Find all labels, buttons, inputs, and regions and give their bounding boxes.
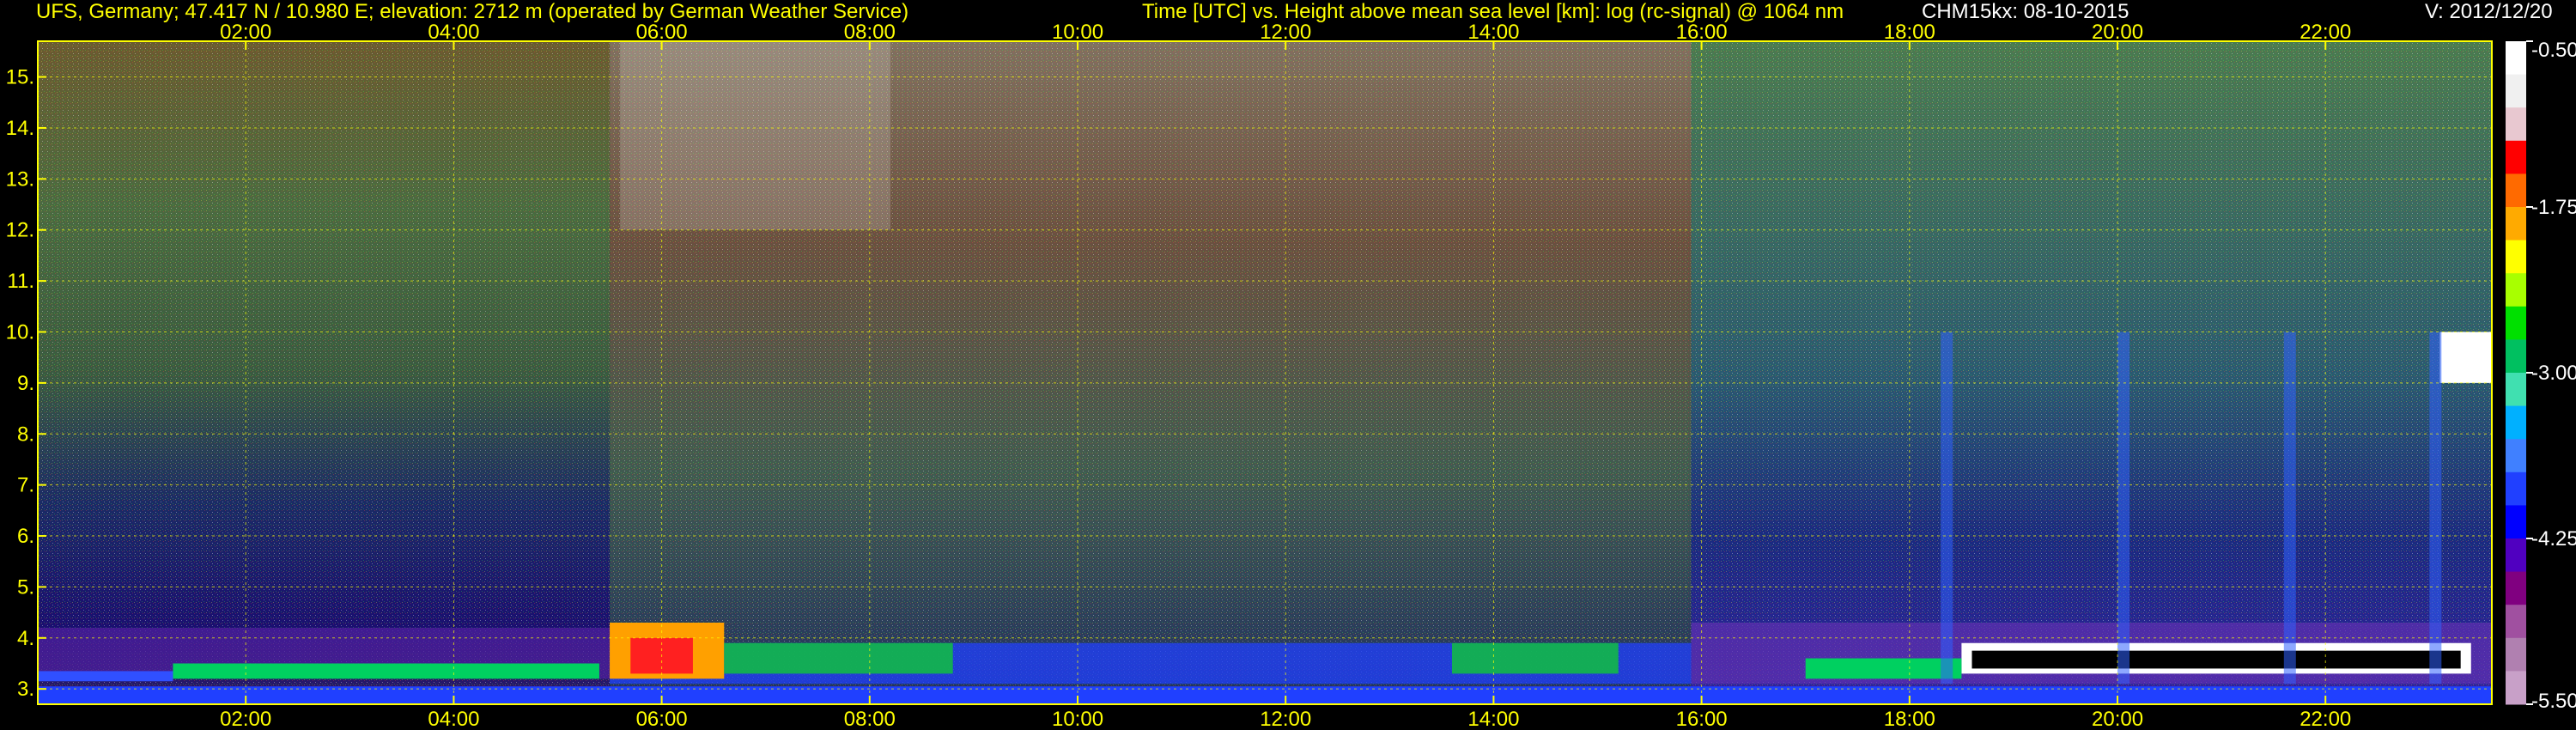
colorbar-label: -5.50 [2531,690,2576,713]
y-tick-label: 10. [6,320,34,344]
y-tick-label: 15. [6,66,34,89]
colorbar-swatch [2506,140,2526,174]
colorbar-swatch [2506,538,2526,573]
y-tick-label: 6. [17,525,34,548]
daylight-noise [620,41,891,230]
y-tick-label: 5. [17,575,34,599]
x-tick-top: 12:00 [1260,21,1311,44]
x-tick-top: 18:00 [1884,21,1935,44]
y-tick-label: 14. [6,117,34,140]
precip-streak-0 [1941,332,1953,684]
lidar-chart: 02:00 02:00 04:00 04:00 06:00 06:00 08:00 08:00… [6,21,2576,730]
x-tick-bottom: 12:00 [1260,708,1311,730]
y-tick-label: 13. [6,167,34,191]
colorbar-swatch [2506,471,2526,506]
x-tick-top: 22:00 [2300,21,2351,44]
colorbar-label: -1.75 [2531,196,2576,219]
colorbar-label: -4.25 [2531,527,2576,551]
x-tick-bottom: 20:00 [2092,708,2143,730]
precip-streak-1 [2117,332,2130,684]
aerosol-layer-morning [173,663,599,679]
y-tick-label: 4. [17,627,34,650]
green-cells-morning [724,642,953,674]
colorbar-swatch [2506,74,2526,108]
x-tick-bottom: 02:00 [220,708,271,730]
x-tick-bottom: 16:00 [1676,708,1728,730]
colorbar-label: -3.00 [2531,362,2576,385]
x-tick-bottom: 18:00 [1884,708,1935,730]
colorbar-swatch [2506,605,2526,639]
y-tick-label: 11. [7,270,34,293]
y-tick-label: 7. [17,474,34,497]
precip-streak-3 [2429,332,2442,684]
x-tick-top: 14:00 [1467,21,1519,44]
colorbar-swatch [2506,306,2526,340]
precip-streak-2 [2283,332,2296,684]
y-tick-label: 12. [6,219,34,242]
colorbar-swatch [2506,505,2526,539]
x-tick-bottom: 08:00 [844,708,896,730]
aerosol-layer-evening [1805,658,1962,679]
y-tick-label: 3. [17,678,34,701]
x-tick-bottom: 10:00 [1052,708,1103,730]
colorbar-swatch [2506,207,2526,241]
x-tick-bottom: 22:00 [2300,708,2351,730]
heatmap-plot [38,41,2492,704]
colorbar-swatch [2506,273,2526,307]
colorbar-swatch [2506,571,2526,605]
y-tick-label: 8. [17,423,34,446]
colorbar-swatch [2506,339,2526,374]
aerosol-layer-night [38,671,173,682]
cloud-deck-core [1971,650,2461,669]
x-tick-top: 02:00 [220,21,271,44]
colorbar-label: -0.50 [2531,39,2576,62]
x-tick-bottom: 06:00 [636,708,688,730]
colorbar: -0.50 -1.75 -3.00 -4.25 -5.50 [2506,39,2576,713]
x-tick-top: 08:00 [844,21,896,44]
x-tick-top: 10:00 [1052,21,1103,44]
x-tick-bottom: 14:00 [1467,708,1519,730]
x-tick-top: 16:00 [1676,21,1728,44]
colorbar-swatch [2506,373,2526,407]
y-tick-label: 9. [17,372,34,395]
colorbar-swatch [2506,637,2526,672]
colorbar-swatch [2506,240,2526,274]
green-cells-afternoon [1451,642,1619,674]
x-tick-top: 20:00 [2092,21,2143,44]
colorbar-swatch [2506,439,2526,473]
x-tick-top: 04:00 [428,21,479,44]
colorbar-swatch [2506,405,2526,440]
high-cloud-patch [2439,332,2492,383]
colorbar-swatch [2506,107,2526,142]
x-tick-top: 06:00 [636,21,688,44]
colorbar-swatch [2506,671,2526,705]
x-tick-bottom: 04:00 [428,708,479,730]
colorbar-swatch [2506,173,2526,208]
colorbar-swatch [2506,41,2526,76]
